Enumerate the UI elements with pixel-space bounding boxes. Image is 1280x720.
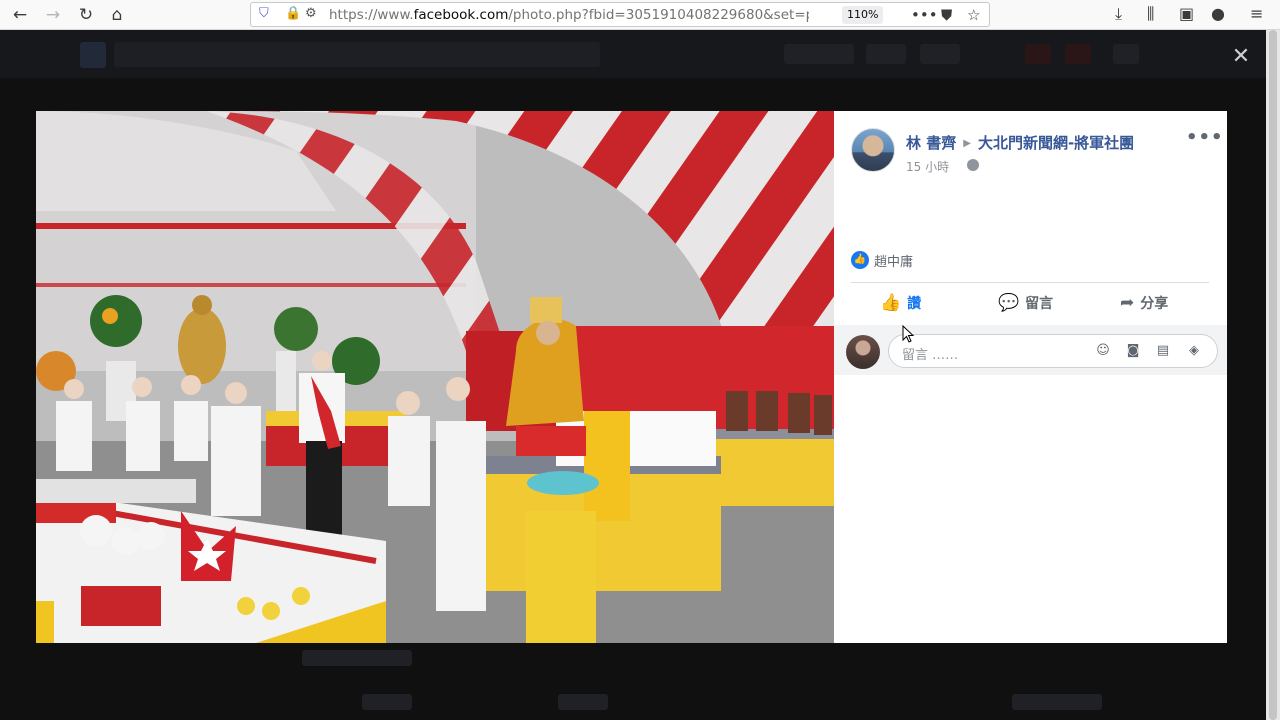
- back-button[interactable]: ←: [8, 3, 32, 27]
- current-user-avatar[interactable]: [846, 335, 880, 369]
- dim-comment-button: [558, 694, 608, 710]
- comment-button-label: 留言: [1025, 296, 1054, 312]
- share-button-label: 分享: [1140, 296, 1169, 312]
- ceremony-photo-illustration: [36, 111, 834, 643]
- dim-sort-button: [1012, 694, 1102, 710]
- privacy-globe-icon[interactable]: [967, 159, 979, 171]
- shared-to-arrow-icon: ▶: [963, 138, 971, 149]
- browser-toolbar: ← → ↻ ⌂ ⛉ 🔒 ⚙ https://www.facebook.com/p…: [0, 0, 1280, 30]
- close-viewer-button[interactable]: ✕: [1228, 44, 1254, 70]
- dim-notification-icon: [1025, 44, 1051, 64]
- divider: [851, 282, 1209, 283]
- dim-like-button: [362, 694, 412, 710]
- url-bar[interactable]: ⛉ 🔒 ⚙ https://www.facebook.com/photo.php…: [250, 2, 990, 27]
- comment-input[interactable]: 留言 …… ☺ ◙ ▤ ◈: [888, 334, 1218, 368]
- dim-notification-icon: [1065, 44, 1091, 64]
- facebook-logo-icon: [80, 42, 106, 68]
- like-button[interactable]: 👍 讚: [880, 287, 921, 319]
- reload-button[interactable]: ↻: [74, 3, 98, 27]
- scrollbar-thumb[interactable]: [1269, 30, 1277, 720]
- mouse-cursor-icon: [902, 325, 914, 343]
- comment-icon: 💬: [998, 293, 1020, 313]
- pocket-icon[interactable]: ⛊: [941, 6, 952, 24]
- bookmark-star-icon[interactable]: ☆: [967, 6, 980, 24]
- lock-icon[interactable]: 🔒: [285, 6, 301, 21]
- zoom-indicator[interactable]: 110%: [842, 6, 884, 24]
- post-photo[interactable]: [36, 111, 834, 643]
- dim-like-count: [302, 650, 412, 666]
- group-name-link[interactable]: 大北門新聞網-將軍社團: [978, 134, 1134, 152]
- background-post-remnants: [300, 642, 1200, 720]
- post-header-title: 林 書齊 ▶ 大北門新聞網-將軍社團: [906, 132, 1134, 153]
- like-button-label: 讚: [907, 296, 922, 312]
- dim-nav-item: [920, 44, 960, 64]
- post-side-panel: 林 書齊 ▶ 大北門新聞網-將軍社團 15 小時 ••• 👍 趙中庸 👍 讚 💬 留…: [834, 111, 1227, 643]
- page-scrollbar[interactable]: [1266, 30, 1280, 720]
- tracking-shield-icon[interactable]: ⛉: [259, 6, 269, 21]
- dim-nav-item: [1113, 44, 1139, 64]
- dim-nav-item: [784, 44, 854, 64]
- gif-icon[interactable]: ▤: [1154, 342, 1172, 360]
- menu-icon[interactable]: ≡: [1250, 4, 1263, 23]
- library-icon[interactable]: ⫼: [1147, 4, 1154, 24]
- home-button[interactable]: ⌂: [105, 3, 129, 27]
- facebook-search-input: [114, 42, 600, 67]
- like-reaction-icon: 👍: [851, 251, 869, 269]
- sticker-icon[interactable]: ◈: [1185, 342, 1203, 360]
- liker-name[interactable]: 趙中庸: [874, 251, 913, 270]
- facebook-topbar: [0, 30, 1266, 78]
- url-text[interactable]: https://www.facebook.com/photo.php?fbid=…: [329, 7, 809, 23]
- reactions-summary[interactable]: 👍 趙中庸: [851, 250, 913, 270]
- post-timestamp[interactable]: 15 小時: [906, 158, 949, 175]
- share-arrow-icon: ➦: [1120, 293, 1135, 313]
- share-button[interactable]: ➦ 分享: [1120, 287, 1168, 319]
- permissions-icon[interactable]: ⚙: [305, 6, 317, 21]
- account-icon[interactable]: ●: [1211, 4, 1225, 23]
- post-options-button[interactable]: •••: [1186, 127, 1224, 148]
- emoji-icon[interactable]: ☺: [1094, 342, 1112, 360]
- comment-button[interactable]: 💬 留言: [998, 287, 1053, 319]
- comment-composer: 留言 …… ☺ ◙ ▤ ◈: [834, 325, 1227, 375]
- author-name-link[interactable]: 林 書齊: [906, 134, 956, 152]
- dim-nav-item: [866, 44, 906, 64]
- sidebar-icon[interactable]: ▣: [1179, 4, 1194, 23]
- page-actions-icon[interactable]: •••: [911, 6, 938, 24]
- forward-button[interactable]: →: [41, 3, 65, 27]
- author-avatar[interactable]: [851, 128, 895, 172]
- comment-placeholder: 留言 ……: [902, 348, 959, 363]
- camera-icon[interactable]: ◙: [1124, 342, 1142, 360]
- thumbs-up-icon: 👍: [880, 293, 902, 313]
- download-icon[interactable]: ⤓: [1115, 4, 1122, 24]
